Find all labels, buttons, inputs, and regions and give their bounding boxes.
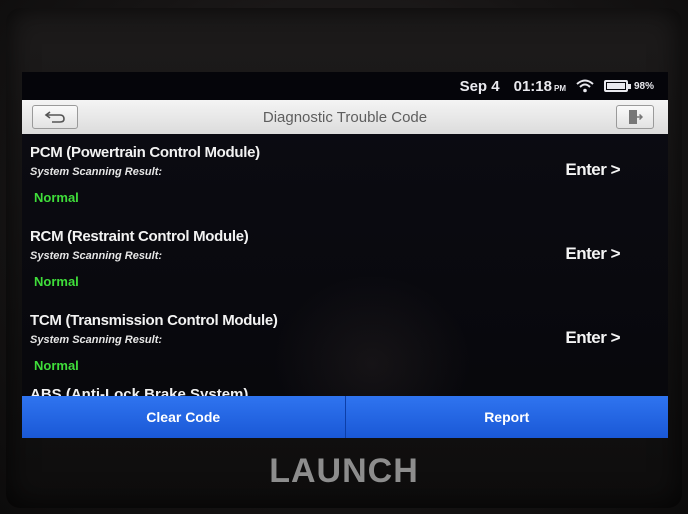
module-scan-label: System Scanning Result: [30,334,163,346]
exit-button[interactable] [616,105,654,129]
module-item-rcm[interactable]: RCM (Restraint Control Module) System Sc… [22,218,668,302]
module-item-abs-partial[interactable]: ABS (Anti-Lock Brake System) [30,386,248,396]
title-bar: Diagnostic Trouble Code [22,100,668,134]
battery-percent: 98% [633,80,654,92]
module-list: PCM (Powertrain Control Module) System S… [22,134,668,396]
battery-icon [603,80,631,92]
module-item-pcm[interactable]: PCM (Powertrain Control Module) System S… [22,134,668,218]
page-title: Diagnostic Trouble Code [262,108,428,126]
enter-button-rcm[interactable]: Enter > [565,244,620,264]
module-scan-label: System Scanning Result: [30,166,163,178]
back-arrow-icon [44,111,65,123]
module-status: Normal [34,358,79,373]
enter-button-tcm[interactable]: Enter > [565,328,620,348]
module-scan-label: System Scanning Result: [30,250,163,262]
exit-icon [629,110,643,124]
enter-button-pcm[interactable]: Enter > [565,160,620,180]
report-button[interactable]: Report [344,396,668,438]
brand-logo: LAUNCH [269,452,419,490]
status-date: Sep 4 [459,77,500,95]
module-name: TCM (Transmission Control Module) [30,312,278,329]
clear-code-button[interactable]: Clear Code [22,396,345,438]
status-bar: Sep 4 01:18 PM 98% [22,72,668,100]
back-button[interactable] [32,105,78,129]
wifi-icon [576,79,594,93]
status-time: 01:18 [513,77,552,95]
device-screen: Sep 4 01:18 PM 98% Diagnostic Trouble Co… [22,72,668,438]
bottom-action-bar: Clear Code Report [22,396,668,438]
status-ampm: PM [553,84,566,93]
module-name: RCM (Restraint Control Module) [30,228,249,245]
module-name: PCM (Powertrain Control Module) [30,144,260,161]
module-status: Normal [34,190,79,205]
module-item-tcm[interactable]: TCM (Transmission Control Module) System… [22,302,668,386]
module-status: Normal [34,274,79,289]
